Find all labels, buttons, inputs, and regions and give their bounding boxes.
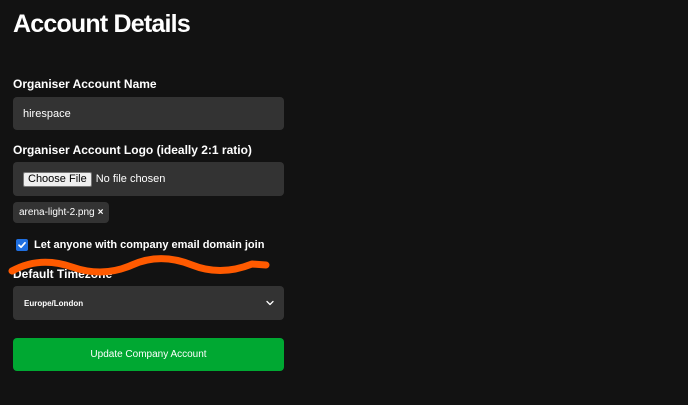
account-name-label: Organiser Account Name xyxy=(13,77,157,91)
file-status-text: No file chosen xyxy=(95,173,166,185)
uploaded-file-chip: arena-light-2.png × xyxy=(13,202,110,223)
chevron-down-icon xyxy=(266,300,274,306)
domain-join-label: Let anyone with company email domain joi… xyxy=(34,239,265,251)
timezone-select[interactable]: Europe/London xyxy=(13,286,284,320)
timezone-selected-value: Europe/London xyxy=(24,298,84,308)
account-details-page: Account Details Organiser Account Name O… xyxy=(0,0,688,405)
uploaded-file-name: arena-light-2.png xyxy=(19,207,95,218)
domain-join-checkbox[interactable] xyxy=(16,239,28,251)
page-title: Account Details xyxy=(13,10,191,38)
remove-file-icon[interactable]: × xyxy=(98,207,104,218)
update-company-account-button[interactable]: Update Company Account xyxy=(13,338,284,371)
logo-file-input[interactable]: Choose File No file chosen xyxy=(13,162,284,196)
choose-file-button[interactable]: Choose File xyxy=(23,171,92,187)
domain-join-option: Let anyone with company email domain joi… xyxy=(16,238,264,252)
timezone-label: Default Timezone xyxy=(13,267,113,281)
checkmark-icon xyxy=(18,241,26,249)
logo-label: Organiser Account Logo (ideally 2:1 rati… xyxy=(13,143,252,157)
account-name-input[interactable] xyxy=(13,97,284,130)
